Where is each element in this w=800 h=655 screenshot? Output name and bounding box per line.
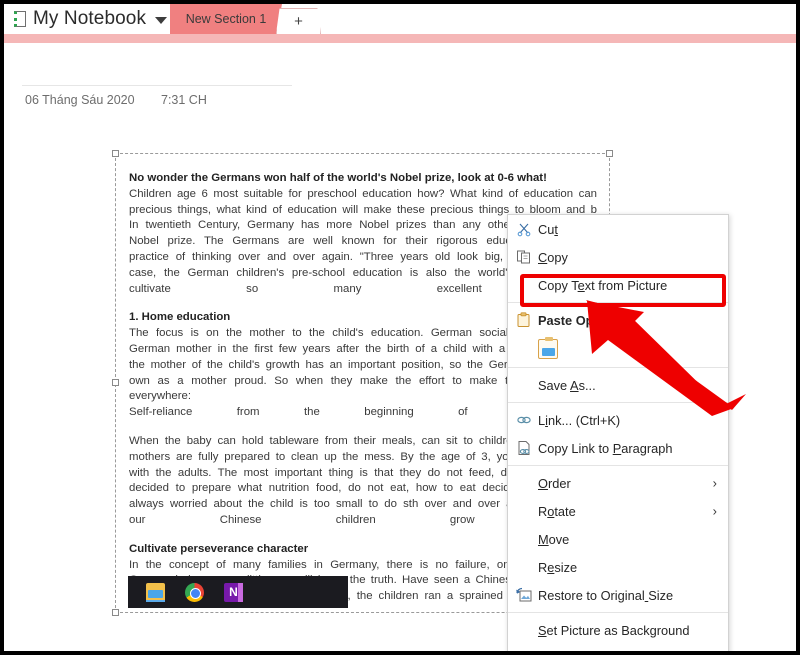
menu-item-save-as[interactable]: Save As...: [508, 371, 728, 399]
menu-item-copy-link-to-paragraph[interactable]: Copy Link to Paragraph: [508, 434, 728, 462]
menu-item-label: Link... (Ctrl+K): [538, 412, 621, 428]
folder-icon: [146, 582, 165, 602]
menu-item-label: Rotate: [538, 503, 576, 519]
menu-item-label: Restore to Original Size: [538, 587, 674, 603]
alt-text-icon: [516, 650, 532, 651]
menu-item-rotate[interactable]: Rotate ›: [508, 497, 728, 525]
add-section-button[interactable]: +: [276, 8, 321, 34]
notebook-title: My Notebook: [33, 8, 147, 29]
paste-option-picture[interactable]: [508, 334, 728, 364]
menu-item-order[interactable]: Order ›: [508, 469, 728, 497]
onenote-icon: N: [224, 582, 243, 602]
submenu-chevron-right-icon: ›: [712, 503, 717, 519]
resize-handle-bottom-left[interactable]: [112, 609, 119, 616]
link-icon: [516, 412, 532, 428]
section-color-strip: [4, 34, 796, 43]
menu-item-link[interactable]: Link... (Ctrl+K): [508, 406, 728, 434]
menu-item-cut[interactable]: Cut: [508, 215, 728, 243]
menu-item-label: Cut: [538, 221, 558, 237]
title-bar: My Notebook New Section 1 +: [4, 4, 796, 34]
menu-item-alt-text[interactable]: Alt Text...: [508, 644, 728, 652]
menu-separator: [508, 302, 728, 303]
menu-item-restore-to-original-size[interactable]: Restore to Original Size: [508, 581, 728, 609]
chrome-icon: [185, 582, 204, 602]
menu-item-label: Order: [538, 475, 571, 491]
embedded-taskbar: N: [128, 576, 348, 608]
resize-handle-top-left[interactable]: [112, 150, 119, 157]
copy-icon: [516, 249, 532, 265]
menu-item-label: Set Picture as Background: [538, 622, 690, 638]
page-title-rule: [22, 85, 292, 86]
menu-item-label: Paste Options:: [538, 312, 629, 328]
plus-icon: +: [294, 13, 303, 30]
chevron-down-icon[interactable]: [155, 17, 168, 24]
picture-context-menu[interactable]: Cut Copy Copy Text from Picture Paste Optio…: [507, 214, 729, 652]
menu-item-label: Save As...: [538, 377, 596, 393]
paste-picture-icon[interactable]: [538, 337, 558, 359]
menu-item-label: Alt Text...: [538, 651, 590, 652]
picture-heading: No wonder the Germans won half of the wo…: [129, 172, 547, 184]
menu-separator: [508, 402, 728, 403]
notebook-selector[interactable]: My Notebook: [14, 5, 168, 33]
menu-separator: [508, 465, 728, 466]
submenu-chevron-right-icon: ›: [712, 475, 717, 491]
notebook-icon: [14, 11, 26, 27]
page-time: 7:31 CH: [161, 93, 207, 107]
page-canvas[interactable]: 06 Tháng Sáu 2020 7:31 CH No wonder the …: [4, 43, 796, 651]
menu-item-copy[interactable]: Copy: [508, 243, 728, 271]
page-date: 06 Tháng Sáu 2020: [25, 93, 135, 107]
resize-handle-top-right[interactable]: [606, 150, 613, 157]
tab-label: New Section 1: [185, 12, 267, 26]
menu-item-copy-text-from-picture[interactable]: Copy Text from Picture: [508, 271, 728, 299]
menu-item-paste-options[interactable]: Paste Options:: [508, 306, 728, 334]
onenote-window: My Notebook New Section 1 + 06 Tháng Sáu…: [0, 0, 800, 655]
menu-item-move[interactable]: Move: [508, 525, 728, 553]
menu-item-resize[interactable]: Resize: [508, 553, 728, 581]
menu-item-label: Copy Link to Paragraph: [538, 440, 673, 456]
menu-separator: [508, 367, 728, 368]
menu-item-label: Copy Text from Picture: [538, 277, 668, 293]
menu-item-label: Copy: [538, 249, 568, 265]
menu-item-label: Resize: [538, 559, 578, 575]
picture-paragraph: Children age 6 most suitable for prescho…: [129, 187, 597, 200]
menu-separator: [508, 612, 728, 613]
restore-size-icon: [516, 587, 532, 603]
resize-handle-middle-left[interactable]: [112, 379, 119, 386]
menu-item-label: Move: [538, 531, 570, 547]
copy-link-icon: [516, 440, 532, 456]
scissors-icon: [516, 221, 532, 237]
tab-new-section-1[interactable]: New Section 1: [170, 4, 282, 34]
clipboard-icon: [516, 312, 532, 328]
menu-item-set-picture-as-background[interactable]: Set Picture as Background: [508, 616, 728, 644]
